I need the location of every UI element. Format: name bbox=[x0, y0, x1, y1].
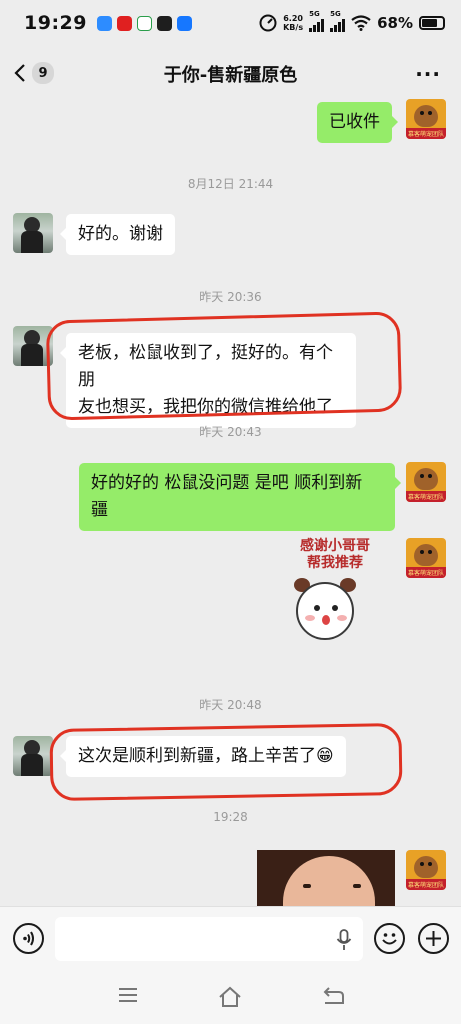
sticker-face-icon bbox=[296, 582, 354, 640]
voice-wave-icon bbox=[23, 931, 34, 946]
microphone-icon[interactable] bbox=[336, 929, 352, 951]
signal-sim2-icon: 5G bbox=[330, 10, 346, 32]
timestamp: 昨天 20:43 bbox=[199, 425, 262, 439]
more-actions-button[interactable] bbox=[418, 923, 449, 954]
status-bar: 19:29 6.20 KB/s 5G 5G 68% bbox=[0, 0, 461, 46]
photos-icon bbox=[136, 15, 152, 31]
timestamp: 昨天 20:36 bbox=[199, 290, 262, 304]
home-icon[interactable] bbox=[217, 986, 243, 1008]
hsbc-icon bbox=[116, 15, 132, 31]
message-icon bbox=[176, 15, 192, 31]
my-avatar[interactable]: 慕客萌宠团队 bbox=[406, 538, 446, 578]
system-nav-bar bbox=[0, 968, 461, 1024]
message-bubble-in[interactable]: 好的。谢谢 bbox=[60, 214, 175, 255]
photo-message[interactable] bbox=[257, 850, 395, 906]
message-bubble-out[interactable]: 好的好的 松鼠没问题 是吧 顺利到新疆 bbox=[79, 463, 401, 531]
sticker-message[interactable]: 感谢小哥哥 帮我推荐 bbox=[282, 538, 388, 650]
wifi-icon bbox=[351, 15, 371, 31]
back-nav-icon[interactable] bbox=[321, 986, 345, 1008]
unread-count-badge: 9 bbox=[32, 62, 54, 84]
more-options-button[interactable]: ··· bbox=[415, 62, 441, 86]
timestamp: 8月12日 21:44 bbox=[187, 177, 274, 191]
my-avatar[interactable]: 慕客萌宠团队 bbox=[406, 850, 446, 890]
signal-sim1-icon: 5G bbox=[309, 10, 325, 32]
smiley-icon bbox=[382, 933, 397, 945]
sticker-caption: 感谢小哥哥 帮我推荐 bbox=[300, 538, 370, 571]
battery-percent: 68% bbox=[377, 14, 413, 32]
plus-icon bbox=[426, 931, 441, 946]
menu-icon[interactable] bbox=[117, 986, 139, 1004]
red-highlight-circle bbox=[49, 722, 403, 802]
status-app-icons bbox=[96, 15, 192, 31]
timestamp: 19:28 bbox=[213, 810, 248, 824]
chat-title: 于你-售新疆原色 bbox=[163, 65, 298, 86]
chat-header: 9 于你-售新疆原色 ··· bbox=[0, 48, 461, 100]
contact-avatar[interactable] bbox=[13, 736, 53, 776]
net-speed: 6.20 KB/s bbox=[283, 14, 304, 32]
red-highlight-circle bbox=[45, 311, 403, 421]
message-bubble-out[interactable]: 已收件 bbox=[317, 102, 398, 143]
voice-input-button[interactable] bbox=[13, 923, 44, 954]
contact-avatar[interactable] bbox=[13, 213, 53, 253]
back-button[interactable]: 9 bbox=[14, 62, 54, 84]
battery-icon bbox=[419, 16, 445, 30]
speedometer-icon bbox=[259, 14, 277, 32]
emoji-button[interactable] bbox=[374, 923, 405, 954]
my-avatar[interactable]: 慕客萌宠团队 bbox=[406, 99, 446, 139]
chevron-left-icon bbox=[14, 64, 25, 82]
input-bar bbox=[0, 906, 461, 968]
timestamp: 昨天 20:48 bbox=[199, 698, 262, 712]
alipay-icon bbox=[156, 15, 172, 31]
message-input[interactable] bbox=[55, 917, 363, 961]
weather-icon bbox=[96, 15, 112, 31]
my-avatar[interactable]: 慕客萌宠团队 bbox=[406, 462, 446, 502]
status-time: 19:29 bbox=[24, 12, 87, 34]
